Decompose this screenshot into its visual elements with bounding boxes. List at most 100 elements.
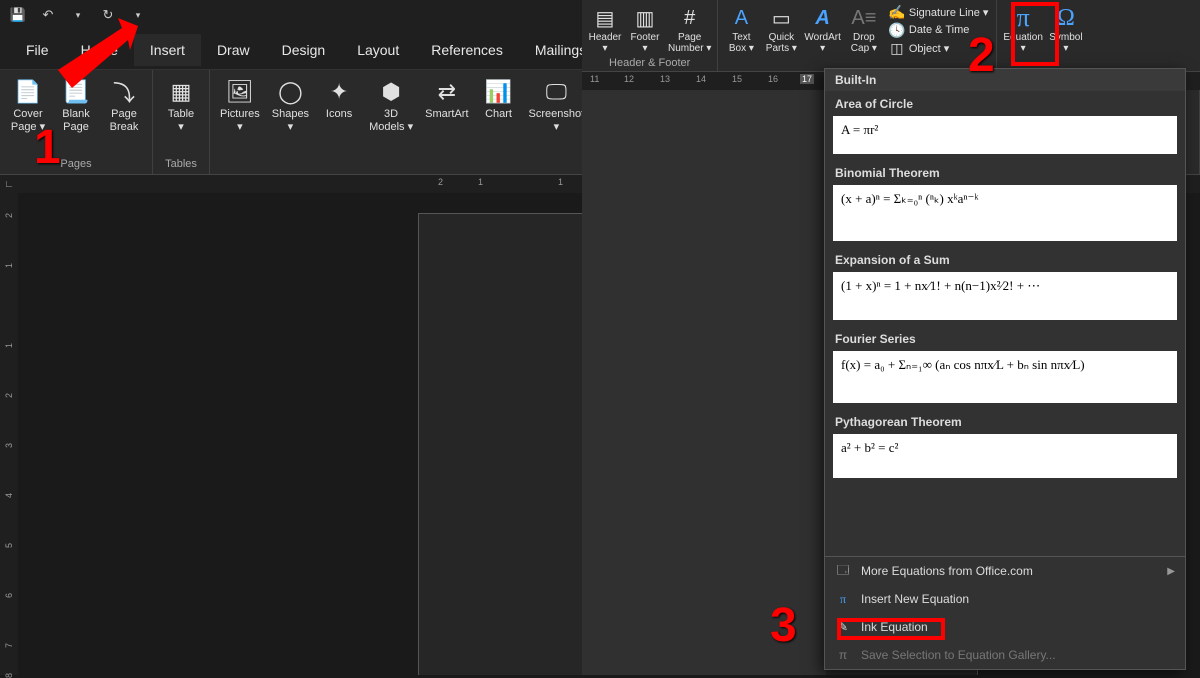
- ribbon-group-text: AText Box ▾ ▭Quick Parts ▾ AWordArt ▾ A≡…: [718, 0, 997, 71]
- text-box-button[interactable]: AText Box ▾: [722, 2, 760, 69]
- chart-label: Chart: [485, 108, 512, 121]
- ink-icon: ✎: [835, 619, 851, 635]
- screenshot-icon: 🖵: [540, 76, 572, 108]
- equation-item-title: Binomial Theorem: [825, 160, 1185, 183]
- footer-icon: ▥: [631, 4, 659, 32]
- shapes-button[interactable]: ◯Shapes ▾: [268, 74, 313, 136]
- equation-item-title: Fourier Series: [825, 326, 1185, 349]
- chevron-right-icon: ▶: [1167, 566, 1175, 577]
- dropdown-footer: 🗔More Equations from Office.com▶ πInsert…: [825, 556, 1185, 669]
- object-icon: ◫: [889, 40, 905, 56]
- document-right-slice: [582, 90, 826, 675]
- quick-parts-button[interactable]: ▭Quick Parts ▾: [762, 2, 800, 69]
- smartart-icon: ⇄: [431, 76, 463, 108]
- smartart-label: SmartArt: [425, 108, 468, 121]
- footer-label: Footer ▾: [631, 32, 660, 54]
- date-time-icon: 🕓: [889, 22, 905, 38]
- insert-new-equation-label: Insert New Equation: [861, 592, 969, 606]
- table-icon: ▦: [165, 76, 197, 108]
- ribbon-group-tables: ▦Table ▾ Tables: [153, 70, 210, 174]
- equation-item-fourier-series[interactable]: f(x) = a₀ + Σₙ₌₁∞ (aₙ cos nπx⁄L + bₙ sin…: [833, 351, 1177, 403]
- ruler-v-mark: 8: [4, 673, 14, 678]
- more-equations-button[interactable]: 🗔More Equations from Office.com▶: [825, 557, 1185, 585]
- equation-list: Area of Circle A = πr² Binomial Theorem …: [825, 91, 1185, 556]
- pictures-button[interactable]: 🖼Pictures ▾: [216, 74, 264, 136]
- equation-item-pythagorean-theorem[interactable]: a² + b² = c²: [833, 434, 1177, 478]
- drop-cap-icon: A≡: [850, 4, 878, 32]
- icons-icon: ✦: [323, 76, 355, 108]
- callout-arrow-1: [28, 18, 148, 98]
- table-label: Table ▾: [168, 108, 194, 134]
- ruler-v-mark: 1: [4, 343, 14, 348]
- quick-parts-icon: ▭: [767, 4, 795, 32]
- icons-button[interactable]: ✦Icons: [317, 74, 361, 123]
- quick-parts-label: Quick Parts ▾: [766, 32, 797, 54]
- equation-item-title: Area of Circle: [825, 91, 1185, 114]
- text-box-label: Text Box ▾: [729, 32, 754, 54]
- equation-button[interactable]: πEquation ▾: [1001, 2, 1044, 69]
- header-button[interactable]: ▤Header ▾: [586, 2, 624, 56]
- pictures-icon: 🖼: [224, 76, 256, 108]
- save-to-gallery-label: Save Selection to Equation Gallery...: [861, 648, 1056, 662]
- tab-layout[interactable]: Layout: [341, 34, 415, 66]
- ruler-v-mark: 3: [4, 443, 14, 448]
- page-number-button[interactable]: #Page Number ▾: [666, 2, 713, 56]
- icons-label: Icons: [326, 108, 352, 121]
- equation-item-binomial-theorem[interactable]: (x + a)ⁿ = Σₖ₌₀ⁿ (ⁿₖ) xᵏaⁿ⁻ᵏ: [833, 185, 1177, 241]
- ruler-h-mark: 1: [478, 177, 483, 187]
- ruler-v-mark: 1: [4, 263, 14, 268]
- save-to-gallery-button: πSave Selection to Equation Gallery...: [825, 641, 1185, 669]
- footer-button[interactable]: ▥Footer ▾: [626, 2, 664, 56]
- ruler-h-mark: 12: [624, 74, 634, 84]
- ruler-h-mark: 11: [590, 74, 599, 84]
- tab-draw[interactable]: Draw: [201, 34, 266, 66]
- equation-item-title: Pythagorean Theorem: [825, 409, 1185, 432]
- page-break-label: Page Break: [110, 108, 139, 134]
- equation-icon: π: [1009, 4, 1037, 32]
- symbol-icon: Ω: [1052, 4, 1080, 32]
- drop-cap-label: Drop Cap ▾: [851, 32, 877, 54]
- date-time-label: Date & Time: [909, 24, 970, 36]
- ruler-h-mark: 1: [558, 177, 563, 187]
- ribbon-group-header-footer-label: Header & Footer: [586, 56, 713, 70]
- smartart-button[interactable]: ⇄SmartArt: [421, 74, 472, 123]
- chart-button[interactable]: 📊Chart: [477, 74, 521, 123]
- table-button[interactable]: ▦Table ▾: [159, 74, 203, 136]
- save-icon[interactable]: 💾: [8, 5, 28, 25]
- office-icon: 🗔: [835, 563, 851, 579]
- ribbon-right-slice: ▤Header ▾ ▥Footer ▾ #Page Number ▾ Heade…: [582, 0, 1200, 72]
- chart-icon: 📊: [483, 76, 515, 108]
- page-number-icon: #: [676, 4, 704, 32]
- ruler-v-mark: 6: [4, 593, 14, 598]
- wordart-button[interactable]: AWordArt ▾: [802, 2, 843, 69]
- callout-number-1: 1: [34, 120, 61, 175]
- ink-equation-label: Ink Equation: [861, 620, 928, 634]
- ink-equation-button[interactable]: ✎ Ink Equation: [825, 613, 1185, 641]
- insert-new-equation-button[interactable]: πInsert New Equation: [825, 585, 1185, 613]
- ribbon-group-tables-label: Tables: [159, 156, 203, 172]
- ruler-v-mark: 5: [4, 543, 14, 548]
- equation-item-area-of-circle[interactable]: A = πr²: [833, 116, 1177, 154]
- equation-dropdown: Built-In Area of Circle A = πr² Binomial…: [824, 68, 1186, 670]
- ruler-v-mark: 2: [4, 393, 14, 398]
- callout-number-2: 2: [968, 28, 995, 83]
- vertical-ruler: 2 1 1 2 3 4 5 6 7 8: [0, 193, 18, 675]
- equation-item-title: Expansion of a Sum: [825, 247, 1185, 270]
- callout-number-3: 3: [770, 598, 797, 653]
- shapes-icon: ◯: [274, 76, 306, 108]
- 3d-models-button[interactable]: ⬢3D Models ▾: [365, 74, 417, 136]
- drop-cap-button[interactable]: A≡Drop Cap ▾: [845, 2, 883, 69]
- tab-references[interactable]: References: [415, 34, 519, 66]
- ruler-h-mark: 13: [660, 74, 670, 84]
- symbol-button[interactable]: ΩSymbol ▾: [1047, 2, 1085, 69]
- screenshot-button[interactable]: 🖵Screenshot ▾: [525, 74, 589, 136]
- tab-design[interactable]: Design: [266, 34, 342, 66]
- equation-item-expansion-of-sum[interactable]: (1 + x)ⁿ = 1 + nx⁄1! + n(n−1)x²⁄2! + ⋯: [833, 272, 1177, 320]
- wordart-icon: A: [809, 4, 837, 32]
- signature-line-button[interactable]: ✍Signature Line ▾: [889, 4, 989, 20]
- equation-label: Equation ▾: [1003, 32, 1042, 54]
- page-number-label: Page Number ▾: [668, 32, 711, 54]
- signature-line-label: Signature Line ▾: [909, 6, 989, 19]
- ribbon-group-pages-label: Pages: [6, 156, 146, 172]
- ruler-h-mark: 15: [732, 74, 742, 84]
